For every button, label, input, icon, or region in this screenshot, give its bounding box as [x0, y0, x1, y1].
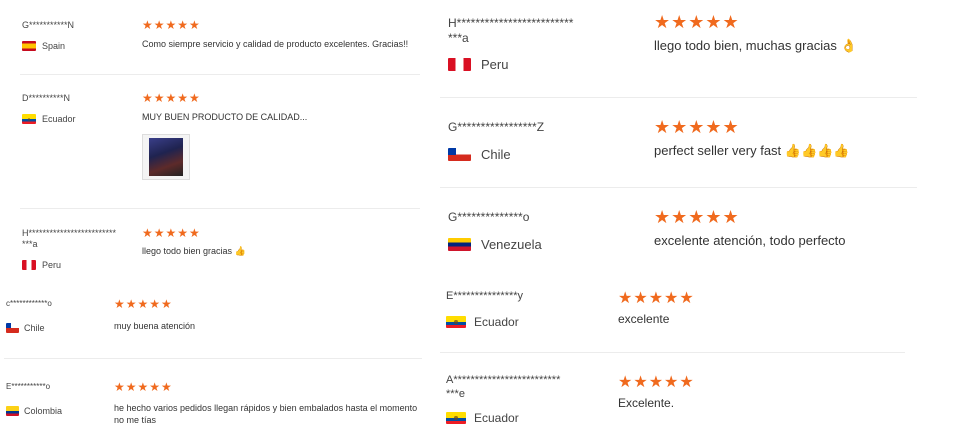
reviewer-name: H************************* ***a	[22, 228, 117, 250]
star-rating: ★★★★★	[142, 226, 201, 240]
star-rating: ★★★★★	[142, 18, 201, 32]
reviewer-country: Peru	[448, 57, 508, 72]
reviewer-country: Ecuador	[446, 315, 519, 329]
peru-flag-icon	[448, 58, 471, 71]
reviewer-name: c************o	[6, 299, 52, 308]
reviewer-name: E***************y	[446, 290, 524, 302]
reviewer-country: Colombia	[6, 406, 62, 416]
reviewer-name: H************************* ***a	[448, 16, 574, 45]
review-separator	[20, 74, 420, 75]
review-separator	[20, 208, 420, 209]
venezuela-flag-icon	[448, 238, 471, 251]
country-label: Ecuador	[474, 315, 519, 329]
ecuador-flag-icon	[446, 412, 466, 424]
reviewer-country: Venezuela	[448, 237, 542, 252]
review-text: excelente atención, todo perfecto	[654, 233, 846, 248]
reviewer-name: A************************* ***e	[446, 374, 561, 400]
country-label: Ecuador	[42, 114, 76, 124]
review-photo-thumbnail[interactable]	[142, 134, 190, 180]
reviewer-country: Ecuador	[22, 114, 76, 124]
reviewer-name: G*****************Z	[448, 120, 545, 134]
review-separator	[4, 358, 422, 359]
ecuador-flag-icon	[446, 316, 466, 328]
star-rating: ★★★★★	[142, 91, 201, 105]
review-text: perfect seller very fast 👍👍👍👍	[654, 143, 850, 158]
country-label: Peru	[42, 260, 62, 270]
reviewer-name: D**********N	[22, 93, 71, 103]
country-label: Venezuela	[481, 237, 542, 252]
review-text: muy buena atención	[114, 321, 196, 331]
colombia-flag-icon	[6, 406, 19, 416]
country-label: Chile	[481, 147, 511, 162]
star-rating: ★★★★★	[114, 297, 173, 311]
review-separator	[440, 187, 917, 188]
review-text: excelente	[618, 312, 670, 326]
star-rating: ★★★★★	[114, 380, 173, 394]
reviewer-name: G***********N	[22, 20, 75, 30]
star-rating: ★★★★★	[654, 12, 740, 32]
peru-flag-icon	[22, 260, 36, 270]
star-rating: ★★★★★	[654, 117, 740, 137]
review-separator	[440, 97, 917, 98]
reviewer-name: E***********o	[6, 382, 51, 391]
review-text: llego todo bien gracias 👍	[142, 246, 246, 256]
country-label: Colombia	[24, 406, 63, 416]
ecuador-flag-icon	[22, 114, 36, 124]
reviewer-country: Chile	[448, 147, 511, 162]
review-text: MUY BUEN PRODUCTO DE CALIDAD...	[142, 112, 308, 122]
country-label: Chile	[24, 323, 45, 333]
review-text: llego todo bien, muchas gracias 👌	[654, 38, 857, 53]
star-rating: ★★★★★	[618, 374, 695, 391]
star-rating: ★★★★★	[654, 207, 740, 227]
reviewer-country: Spain	[22, 41, 65, 51]
country-label: Peru	[481, 57, 509, 72]
country-label: Spain	[42, 41, 66, 51]
left-review-panel: G***********N Spain ★★★★★ Como siempre s…	[0, 0, 425, 430]
star-rating: ★★★★★	[618, 290, 695, 307]
review-text: he hecho varios pedidos llegan rápidos y…	[114, 403, 418, 426]
right-review-panel: H************************* ***a Peru ★★★…	[440, 0, 957, 430]
chile-flag-icon	[6, 323, 19, 333]
review-text: Excelente.	[618, 396, 675, 410]
review-separator	[440, 352, 905, 353]
reviewer-country: Peru	[22, 260, 61, 270]
country-label: Ecuador	[474, 411, 519, 425]
reviewer-name: G**************o	[448, 210, 530, 224]
review-text: Como siempre servicio y calidad de produ…	[142, 39, 409, 49]
reviewer-country: Ecuador	[446, 411, 519, 425]
chile-flag-icon	[448, 148, 471, 161]
spain-flag-icon	[22, 41, 36, 51]
reviewer-country: Chile	[6, 323, 45, 333]
